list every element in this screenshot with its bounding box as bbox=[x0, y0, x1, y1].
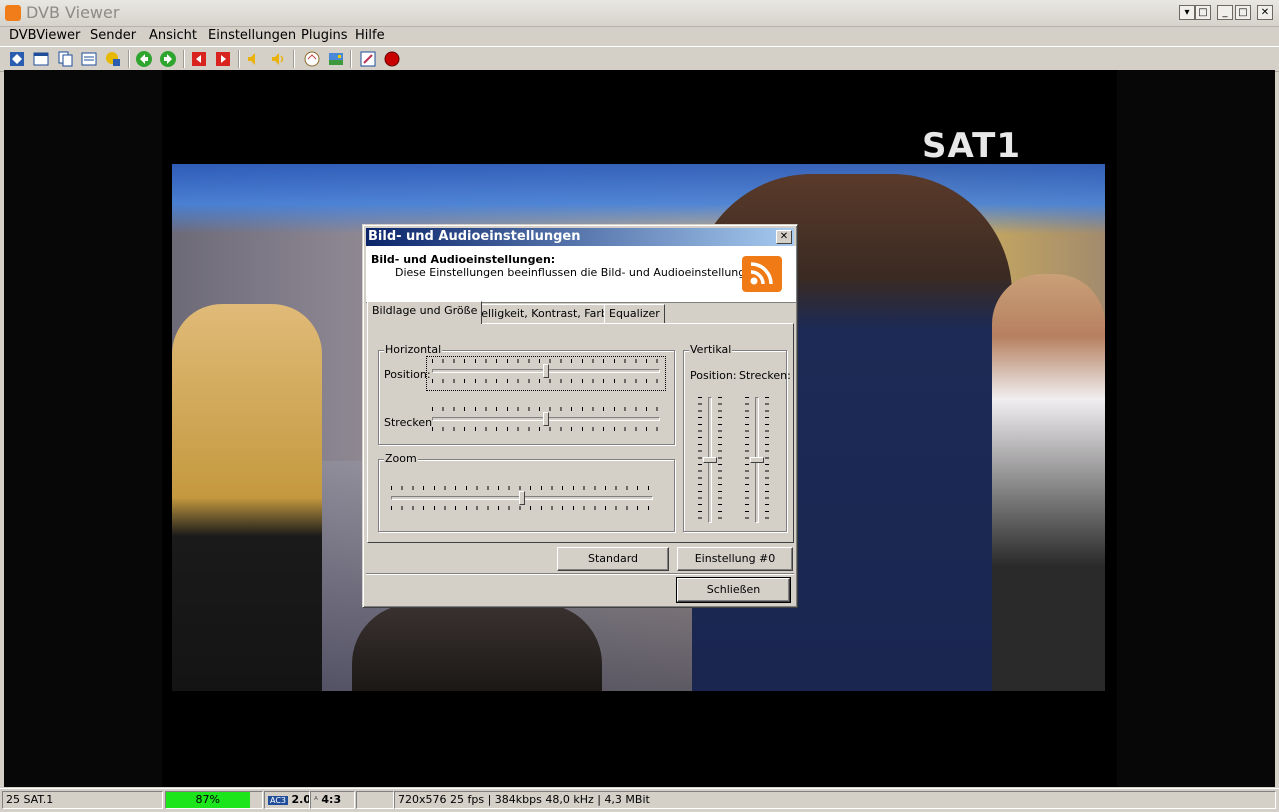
zoom-group-label: Zoom bbox=[384, 452, 418, 465]
video-letterbox-left bbox=[4, 70, 162, 787]
osd-icon[interactable] bbox=[8, 50, 26, 68]
dialog-title: Bild- und Audioeinstellungen bbox=[368, 229, 581, 244]
back-icon[interactable] bbox=[135, 50, 153, 68]
video-scene-person bbox=[172, 304, 322, 691]
vertical-stretch-ticks bbox=[745, 397, 749, 523]
minimize-button[interactable]: _ bbox=[1217, 5, 1233, 20]
menu-sender[interactable]: Sender bbox=[90, 28, 136, 43]
vertical-group: Vertikal Position: Strecken: bbox=[683, 343, 791, 532]
audio-format-icon: AC3 bbox=[268, 796, 289, 805]
preset-button[interactable]: Einstellung #0 bbox=[677, 547, 793, 571]
toolbar bbox=[0, 46, 1279, 72]
toolbar-separator bbox=[293, 50, 295, 68]
horizontal-position-slider[interactable] bbox=[543, 364, 549, 378]
epg-icon[interactable] bbox=[80, 50, 98, 68]
channels-icon[interactable] bbox=[104, 50, 122, 68]
dvbviewer-app-icon bbox=[5, 5, 21, 21]
zoom-slider[interactable] bbox=[519, 491, 525, 505]
rss-icon bbox=[742, 256, 782, 292]
vertical-position-ticks bbox=[698, 397, 702, 523]
stream-info: 720x576 25 fps | 384kbps 48,0 kHz | 4,3 … bbox=[394, 791, 1276, 809]
video-scene-person bbox=[992, 274, 1105, 691]
horizontal-group-label: Horizontal bbox=[384, 343, 443, 356]
window-menu-button[interactable]: ▾ bbox=[1179, 5, 1195, 20]
toolbar-separator bbox=[238, 50, 240, 68]
channel-logo: SAT1 bbox=[922, 126, 1022, 166]
aspect-ratio-icon: ᴬ bbox=[314, 796, 318, 806]
window-title: DVB Viewer bbox=[26, 3, 120, 22]
dialog-header-title: Bild- und Audioeinstellungen: bbox=[371, 253, 556, 266]
vertical-group-label: Vertikal bbox=[689, 343, 733, 356]
horizontal-position-label: Position: bbox=[384, 368, 431, 381]
vertical-position-ticks bbox=[718, 397, 722, 523]
picture-icon[interactable] bbox=[327, 50, 345, 68]
audio-channels-text: 2.0 bbox=[291, 793, 310, 806]
menu-bar: DVBViewer Sender Ansicht Einstellungen P… bbox=[0, 26, 1279, 46]
dialog-close-button[interactable]: ✕ bbox=[776, 230, 792, 244]
menu-dvbviewer[interactable]: DVBViewer bbox=[9, 28, 80, 43]
dialog-close-bottom-button[interactable]: Schließen bbox=[676, 577, 791, 603]
vertical-stretch-label: Strecken: bbox=[739, 369, 791, 382]
settings-icon[interactable] bbox=[359, 50, 377, 68]
horizontal-stretch-ticks bbox=[432, 407, 660, 411]
tab-helligkeit[interactable]: Helligkeit, Kontrast, Farbe bbox=[468, 304, 620, 324]
toolbar-separator bbox=[183, 50, 185, 68]
picture-audio-settings-dialog: Bild- und Audioeinstellungen ✕ Bild- und… bbox=[362, 224, 798, 608]
volume-down-icon[interactable] bbox=[245, 50, 263, 68]
tab-bildlage[interactable]: Bildlage und Größe bbox=[367, 301, 483, 324]
close-button[interactable]: ✕ bbox=[1257, 5, 1273, 20]
vertical-stretch-ticks bbox=[765, 397, 769, 523]
horizontal-stretch-ticks bbox=[432, 427, 660, 431]
horizontal-position-ticks bbox=[432, 379, 660, 383]
vertical-stretch-slider[interactable] bbox=[750, 457, 764, 463]
vertical-position-label: Position: bbox=[690, 369, 737, 382]
menu-ansicht[interactable]: Ansicht bbox=[149, 28, 197, 43]
dialog-titlebar: Bild- und Audioeinstellungen ✕ bbox=[366, 228, 794, 246]
aspect-status: ᴬ 4:3 bbox=[310, 791, 355, 809]
menu-hilfe[interactable]: Hilfe bbox=[355, 28, 385, 43]
window-icon[interactable] bbox=[32, 50, 50, 68]
menu-einstellungen[interactable]: Einstellungen bbox=[208, 28, 296, 43]
zoom-group: Zoom bbox=[378, 452, 675, 532]
video-scene-person bbox=[352, 604, 602, 691]
zoom-ticks bbox=[391, 506, 653, 510]
horizontal-position-ticks bbox=[432, 359, 660, 363]
menu-plugins[interactable]: Plugins bbox=[301, 28, 348, 43]
window-titlebar: DVB Viewer ▾ □ _ □ ✕ bbox=[0, 0, 1279, 27]
dialog-header-subtitle: Diese Einstellungen beeinflussen die Bil… bbox=[395, 266, 763, 279]
status-empty-cell bbox=[356, 791, 394, 809]
copy-icon[interactable] bbox=[56, 50, 74, 68]
volume-up-icon[interactable] bbox=[269, 50, 287, 68]
record-icon[interactable] bbox=[383, 50, 401, 68]
tab-panel-bildlage: Horizontal Position: Strecken Zoom Verti… bbox=[367, 323, 794, 543]
standard-button[interactable]: Standard bbox=[557, 547, 669, 571]
vertical-position-slider[interactable] bbox=[703, 457, 717, 463]
window-restore-button[interactable]: □ bbox=[1195, 5, 1211, 20]
forward-icon[interactable] bbox=[159, 50, 177, 68]
dialog-header: Bild- und Audioeinstellungen: Diese Eins… bbox=[366, 246, 796, 303]
horizontal-stretch-label: Strecken bbox=[384, 416, 433, 429]
toolbar-separator bbox=[128, 50, 130, 68]
video-letterbox-right bbox=[1117, 70, 1275, 787]
audio-status: AC3 2.0 bbox=[264, 791, 310, 809]
dialog-separator bbox=[366, 573, 794, 575]
zoom-ticks bbox=[391, 486, 653, 490]
status-bar: 25 SAT.1 87% AC3 2.0 ᴬ 4:3 720x576 25 fp… bbox=[0, 788, 1279, 812]
prev-channel-icon[interactable] bbox=[190, 50, 208, 68]
horizontal-group: Horizontal Position: Strecken bbox=[378, 343, 675, 445]
aspect-ratio-text: 4:3 bbox=[321, 793, 342, 806]
toolbar-separator bbox=[350, 50, 352, 68]
maximize-button[interactable]: □ bbox=[1235, 5, 1251, 20]
teletext-icon[interactable] bbox=[303, 50, 321, 68]
status-channel: 25 SAT.1 bbox=[2, 791, 163, 809]
signal-strength-text: 87% bbox=[195, 793, 220, 806]
tab-equalizer[interactable]: Equalizer bbox=[604, 304, 665, 324]
signal-meter: 87% bbox=[165, 791, 263, 809]
horizontal-stretch-slider[interactable] bbox=[543, 412, 549, 426]
next-channel-icon[interactable] bbox=[214, 50, 232, 68]
signal-strength-bar: 87% bbox=[166, 792, 250, 808]
